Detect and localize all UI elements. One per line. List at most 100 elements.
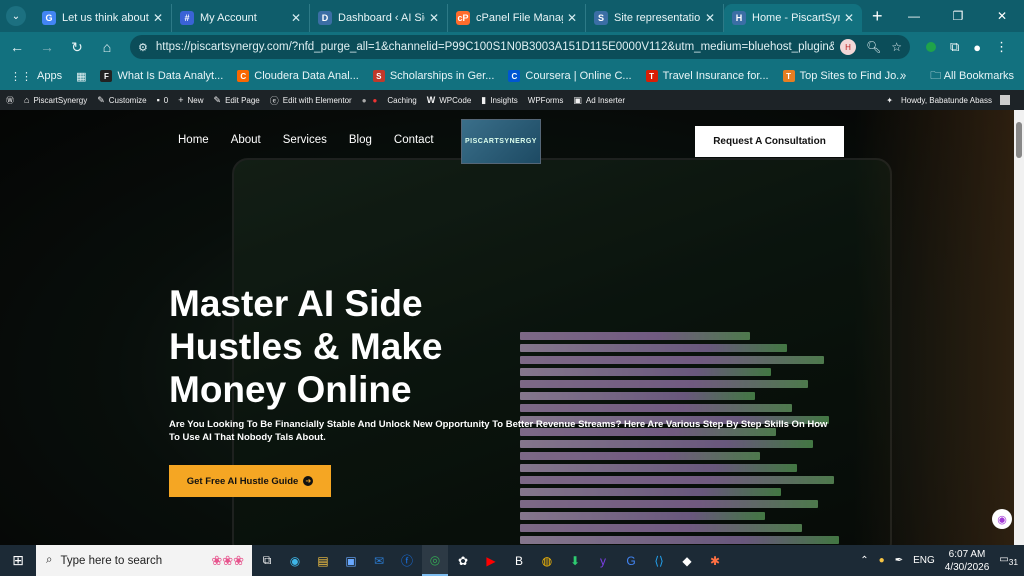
browser-tab[interactable]: G Let us think about a t ✕: [34, 4, 172, 32]
bookmark-item[interactable]: S Scholarships in Ger...: [372, 70, 494, 82]
more-bookmarks-icon[interactable]: »: [900, 70, 906, 82]
minimize-icon[interactable]: —: [892, 0, 936, 32]
tab-close-icon[interactable]: ✕: [844, 11, 854, 25]
chrome-profile-icon[interactable]: ◍: [534, 545, 560, 576]
site-logo[interactable]: PISCARTSYNERGY: [461, 119, 541, 164]
tab-close-icon[interactable]: ✕: [567, 11, 577, 25]
bar-chart-icon: ▮: [481, 94, 487, 105]
all-bookmarks-button[interactable]: 🗀︎ All Bookmarks: [930, 67, 1014, 86]
profile-avatar-icon[interactable]: ●: [973, 40, 981, 55]
taskbar-search[interactable]: ⌕ Type here to search ❀❀❀: [36, 545, 252, 576]
browser-tab[interactable]: cP cPanel File Manager v ✕: [448, 4, 586, 32]
wordpress-logo-icon[interactable]: Ⓦ: [6, 95, 14, 106]
bookmark-item[interactable]: C Cloudera Data Anal...: [237, 70, 359, 82]
wp-customize[interactable]: ✎ Customize: [97, 95, 146, 106]
wp-ad-inserter[interactable]: ▣ Ad Inserter: [573, 95, 625, 106]
wp-insights[interactable]: ▮ Insights: [481, 95, 518, 106]
reload-icon[interactable]: ↻: [64, 34, 90, 60]
tray-expand-icon[interactable]: ⌃: [860, 555, 868, 566]
wp-comments[interactable]: ▪ 0: [157, 95, 169, 105]
site-nav-item[interactable]: Home: [178, 134, 209, 146]
notifications-icon[interactable]: ▭31: [999, 554, 1018, 567]
tab-close-icon[interactable]: ✕: [291, 11, 301, 25]
outlook-icon[interactable]: ✉: [366, 545, 392, 576]
tab-close-icon[interactable]: ✕: [705, 11, 715, 25]
wp-howdy[interactable]: Howdy, Babatunde Abass: [901, 96, 992, 105]
tray-app-icon[interactable]: ●: [879, 555, 885, 566]
address-bar[interactable]: ⚙ https://piscartsynergy.com/?nfd_purge_…: [130, 35, 910, 59]
tab-search-button[interactable]: ⌄: [6, 6, 26, 26]
bookmark-item[interactable]: F What Is Data Analyt...: [100, 70, 223, 82]
facebook-icon[interactable]: ⓕ: [394, 545, 420, 576]
app-star-icon[interactable]: ✱: [702, 545, 728, 576]
request-consultation-button[interactable]: Request A Consultation: [695, 126, 844, 157]
extension-status-icon[interactable]: [926, 42, 936, 52]
chatgpt-icon[interactable]: ✿: [450, 545, 476, 576]
bookmark-item[interactable]: C Coursera | Online C...: [508, 70, 632, 82]
language-indicator[interactable]: ENG: [913, 555, 935, 566]
bookmark-item[interactable]: T Travel Insurance for...: [645, 70, 769, 82]
site-info-icon[interactable]: ⚙: [138, 41, 148, 54]
vscode-icon[interactable]: ⟨⟩: [646, 545, 672, 576]
extensions-puzzle-icon[interactable]: ⧉: [950, 39, 959, 55]
pen-icon[interactable]: ✒: [895, 555, 903, 566]
chrome-icon[interactable]: ◎: [422, 545, 448, 576]
wp-elementor[interactable]: ⓔ Edit with Elementor: [270, 94, 352, 107]
extension-badge-icon[interactable]: H: [840, 39, 856, 55]
sparkle-icon[interactable]: ✦: [886, 96, 893, 105]
bookmark-items: F What Is Data Analyt... C Cloudera Data An…: [86, 70, 905, 82]
bookmark-apps[interactable]: ⋮⋮ Apps: [10, 70, 62, 83]
close-window-icon[interactable]: ✕: [980, 0, 1024, 32]
file-explorer-icon[interactable]: ▤: [310, 545, 336, 576]
wp-edit-page[interactable]: ✎ Edit Page: [214, 95, 260, 106]
scrollbar-thumb[interactable]: [1016, 122, 1022, 158]
back-icon[interactable]: ←: [4, 34, 30, 60]
yahoo-icon[interactable]: y: [590, 545, 616, 576]
tab-groups-icon[interactable]: ▦: [76, 70, 86, 83]
forward-icon[interactable]: →: [34, 34, 60, 60]
browser-tab[interactable]: # My Account ✕: [172, 4, 310, 32]
get-guide-button[interactable]: Get Free AI Hustle Guide ➜: [169, 465, 331, 497]
site-nav-item[interactable]: Blog: [349, 134, 372, 146]
url-text[interactable]: https://piscartsynergy.com/?nfd_purge_al…: [156, 41, 834, 53]
wp-edit-page-label: Edit Page: [225, 95, 260, 105]
hero-section: Home About Services Blog Contact PISCARTSYNE…: [0, 110, 1014, 545]
wp-caching[interactable]: Caching: [387, 96, 416, 105]
bookmark-star-icon[interactable]: ☆: [891, 40, 902, 54]
tab-close-icon[interactable]: ✕: [153, 11, 163, 25]
system-clock[interactable]: 6:07 AM 4/30/2026: [945, 548, 990, 574]
zoom-icon[interactable]: 🔍︎: [866, 40, 881, 54]
site-nav-item[interactable]: Contact: [394, 134, 434, 146]
windows-start-icon[interactable]: ⊞: [0, 545, 36, 576]
user-avatar[interactable]: [1000, 95, 1010, 105]
app-b-icon[interactable]: B: [506, 545, 532, 576]
bookmark-favicon-icon: T: [782, 70, 795, 82]
wp-site-link[interactable]: ⌂ PiscartSynergy: [24, 95, 87, 105]
wp-wpforms[interactable]: WPForms: [528, 96, 564, 105]
site-nav-item[interactable]: About: [231, 134, 261, 146]
app-diamond-icon[interactable]: ◆: [674, 545, 700, 576]
app-arrow-icon[interactable]: ⬇: [562, 545, 588, 576]
task-view-icon[interactable]: ⧉: [254, 545, 280, 576]
google-icon[interactable]: G: [618, 545, 644, 576]
browser-tab[interactable]: S Site representation ‹ ✕: [586, 4, 724, 32]
home-icon[interactable]: ⌂: [94, 34, 120, 60]
tab-close-icon[interactable]: ✕: [429, 11, 439, 25]
wp-comments-count: 0: [163, 95, 169, 105]
wp-caching-label: Caching: [387, 95, 417, 105]
edge-icon[interactable]: ◉: [282, 545, 308, 576]
site-nav-item[interactable]: Services: [283, 134, 327, 146]
bookmark-item[interactable]: T Top Sites to Find Jo...: [782, 70, 905, 82]
floating-widget-icon[interactable]: ◉: [992, 509, 1012, 529]
new-tab-button[interactable]: +: [872, 6, 883, 27]
browser-tab[interactable]: H Home - PiscartSynergy ✕: [724, 4, 862, 32]
page-scrollbar[interactable]: [1014, 110, 1024, 545]
wp-wpcode[interactable]: W WPCode: [427, 95, 472, 105]
wp-new[interactable]: + New: [178, 95, 203, 105]
browser-menu-icon[interactable]: ⋮: [995, 39, 1008, 55]
youtube-icon[interactable]: ▶: [478, 545, 504, 576]
restore-icon[interactable]: ❐: [936, 0, 980, 32]
store-icon[interactable]: ▣: [338, 545, 364, 576]
browser-tab[interactable]: D Dashboard ‹ AI Side H ✕: [310, 4, 448, 32]
hero-heading: Master AI Side Hustles & Make Money Onli…: [169, 283, 443, 410]
